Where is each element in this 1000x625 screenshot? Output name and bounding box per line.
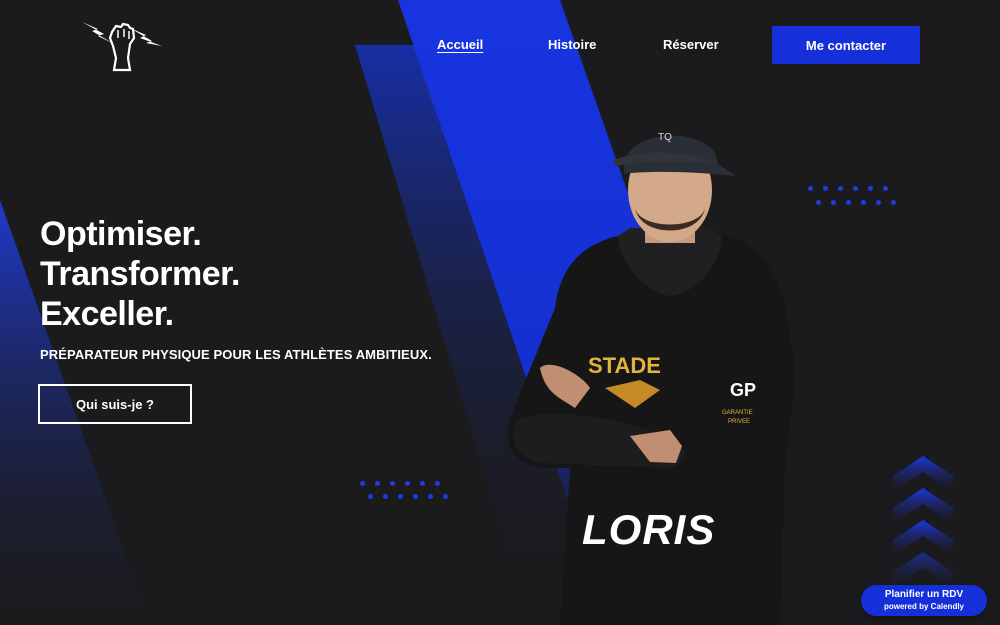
person-name-logo: LORIS: [582, 506, 716, 553]
contact-button[interactable]: Me contacter: [772, 26, 920, 64]
svg-text:PRIVEE: PRIVEE: [728, 419, 750, 425]
dot-pattern-bottom-center: [360, 481, 456, 503]
main-navigation: Accueil Histoire Réserver Me contacter: [0, 26, 1000, 64]
calendly-main-label: Planifier un RDV: [884, 589, 964, 600]
svg-text:GP: GP: [730, 380, 756, 400]
svg-text:STADE: STADE: [588, 353, 661, 378]
svg-text:GARANTIE: GARANTIE: [722, 410, 753, 416]
calendly-powered-by: powered by Calendly: [883, 602, 965, 611]
about-me-button[interactable]: Qui suis-je ?: [38, 384, 192, 424]
calendly-badge-button[interactable]: Planifier un RDV powered by Calendly: [861, 585, 987, 616]
hero-line-1: Optimiser.: [40, 215, 202, 253]
dot-pattern-top-right: [808, 186, 904, 208]
hero-line-2: Transformer.: [40, 255, 240, 293]
chevron-up-stack-icon: [893, 456, 953, 588]
hero-line-3: Exceller.: [40, 295, 174, 333]
nav-link-reserver[interactable]: Réserver: [663, 37, 719, 52]
svg-text:TQ: TQ: [658, 132, 672, 143]
nav-link-histoire[interactable]: Histoire: [548, 37, 596, 52]
nav-link-accueil[interactable]: Accueil: [437, 37, 483, 52]
hero-headline: Optimiser. Transformer. Exceller.: [40, 214, 240, 334]
hero-subtitle: PRÉPARATEUR PHYSIQUE POUR LES ATHLÈTES A…: [40, 347, 432, 362]
